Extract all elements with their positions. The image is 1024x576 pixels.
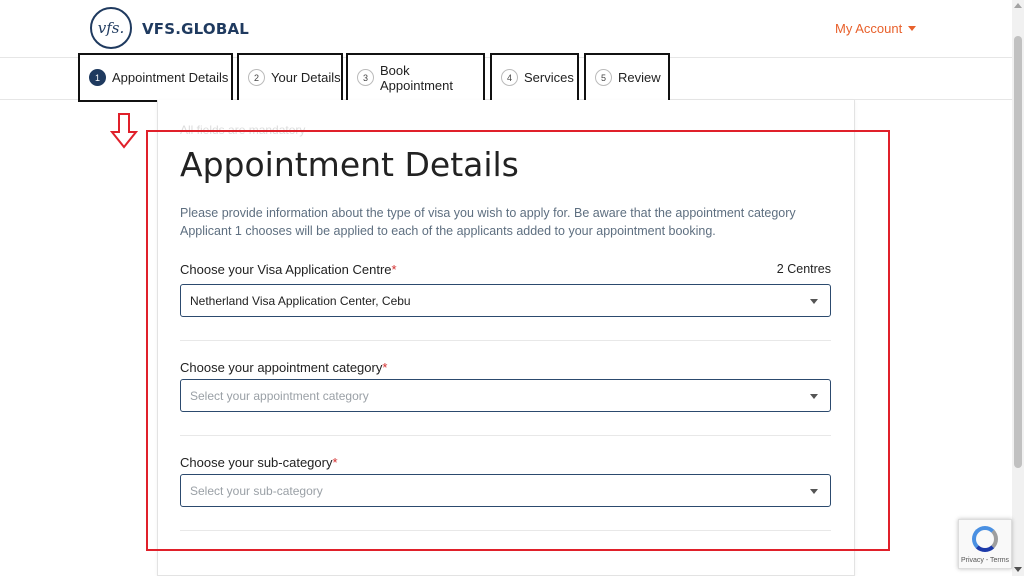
recaptcha-footer[interactable]: Privacy - Terms [961, 557, 1009, 564]
step-book-appointment[interactable]: 3 Book Appointment [346, 53, 485, 102]
category-label-text: Choose your appointment category [180, 360, 383, 375]
chevron-down-icon [810, 299, 818, 304]
annotation-down-arrow-icon [110, 113, 138, 149]
centres-count: 2 Centres [776, 262, 831, 276]
recaptcha-icon [972, 526, 998, 552]
divider [180, 530, 831, 531]
select-placeholder: Select your sub-category [190, 483, 323, 498]
step-number: 1 [89, 69, 106, 86]
centre-label: Choose your Visa Application Centre* [180, 262, 397, 277]
step-appointment-details[interactable]: 1 Appointment Details [78, 53, 233, 102]
my-account-menu[interactable]: My Account [835, 21, 917, 36]
step-review[interactable]: 5 Review [584, 53, 670, 102]
page-title: Appointment Details [180, 145, 519, 184]
intro-line: Please provide information about the typ… [180, 206, 796, 220]
divider [180, 435, 831, 436]
logo-text[interactable]: VFS.GLOBAL [142, 20, 249, 38]
select-placeholder: Select your appointment category [190, 388, 369, 403]
step-label: Review [618, 70, 661, 85]
divider [180, 340, 831, 341]
step-label: Services [524, 70, 574, 85]
required-mark: * [382, 360, 388, 375]
category-label: Choose your appointment category* [180, 360, 387, 375]
step-label: Appointment Details [112, 70, 229, 85]
subcategory-label-text: Choose your sub-category [180, 455, 333, 470]
step-your-details[interactable]: 2 Your Details [237, 53, 343, 102]
step-number: 5 [595, 69, 612, 86]
my-account-label: My Account [835, 21, 903, 36]
page: vfs. VFS.GLOBAL My Account 1 Appointment… [0, 0, 1024, 576]
scroll-down-arrow-icon[interactable] [1014, 567, 1022, 572]
chevron-down-icon [810, 394, 818, 399]
required-mark: * [391, 262, 397, 277]
required-mark: * [332, 455, 338, 470]
caret-down-icon [908, 26, 917, 31]
visa-centre-select[interactable]: Netherland Visa Application Center, Cebu [180, 284, 831, 317]
vfs-logo-icon[interactable]: vfs. [90, 7, 132, 49]
step-label: Your Details [271, 70, 341, 85]
chevron-down-icon [810, 489, 818, 494]
intro-text: Please provide information about the typ… [180, 204, 830, 240]
scroll-up-arrow-icon[interactable] [1014, 3, 1022, 8]
mandatory-note: All fields are mandatory [180, 123, 306, 137]
intro-line: Applicant 1 chooses will be applied to e… [180, 224, 716, 238]
scroll-thumb[interactable] [1014, 36, 1022, 468]
step-number: 3 [357, 69, 374, 86]
step-number: 2 [248, 69, 265, 86]
subcategory-label: Choose your sub-category* [180, 455, 338, 470]
appointment-category-select[interactable]: Select your appointment category [180, 379, 831, 412]
top-header: vfs. VFS.GLOBAL My Account [0, 0, 1012, 58]
step-label: Book Appointment [380, 62, 453, 93]
logo-mark: vfs. [97, 19, 125, 37]
step-number: 4 [501, 69, 518, 86]
sub-category-select[interactable]: Select your sub-category [180, 474, 831, 507]
vertical-scrollbar[interactable] [1012, 0, 1024, 576]
select-value: Netherland Visa Application Center, Cebu [190, 293, 411, 308]
recaptcha-badge[interactable]: Privacy - Terms [958, 519, 1012, 569]
centre-label-text: Choose your Visa Application Centre [180, 262, 392, 277]
step-services[interactable]: 4 Services [490, 53, 579, 102]
